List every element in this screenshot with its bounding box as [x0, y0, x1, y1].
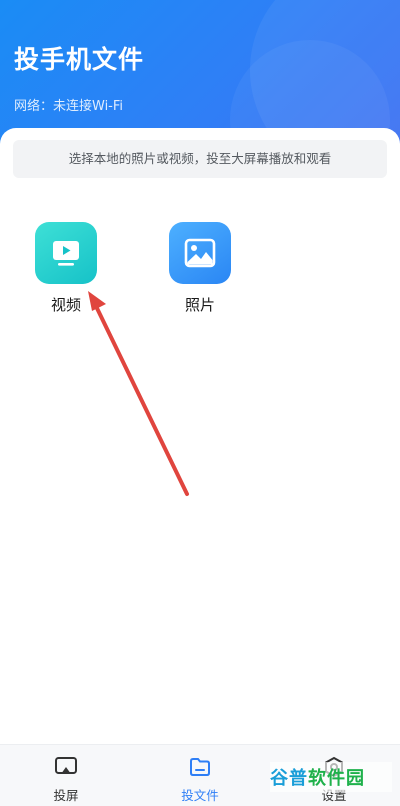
tab-label: 投文件: [181, 788, 219, 803]
video-label: 视频: [50, 296, 81, 314]
tab-cast-screen[interactable]: 投屏: [26, 755, 106, 804]
video-tile[interactable]: 视频: [21, 222, 111, 315]
page-title: 投手机文件: [14, 45, 145, 74]
watermark: 谷普 软件园: [270, 762, 392, 792]
hint-banner: 选择本地的照片或视频，投至大屏幕播放和观看: [13, 140, 387, 178]
photo-tile[interactable]: 照片: [155, 222, 245, 315]
cast-screen-icon: [26, 755, 106, 779]
watermark-part2: 软件园: [308, 768, 365, 789]
content-sheet: 选择本地的照片或视频，投至大屏幕播放和观看 视频 照片: [0, 128, 400, 758]
tab-label: 投屏: [53, 788, 79, 803]
watermark-part1: 谷普: [270, 768, 308, 789]
photo-icon: [169, 222, 231, 284]
tab-cast-file[interactable]: 投文件: [160, 755, 240, 804]
photo-label: 照片: [184, 296, 215, 314]
video-icon: [35, 222, 97, 284]
network-status: 网络：未连接Wi-Fi: [14, 99, 124, 114]
folder-icon: [160, 755, 240, 779]
